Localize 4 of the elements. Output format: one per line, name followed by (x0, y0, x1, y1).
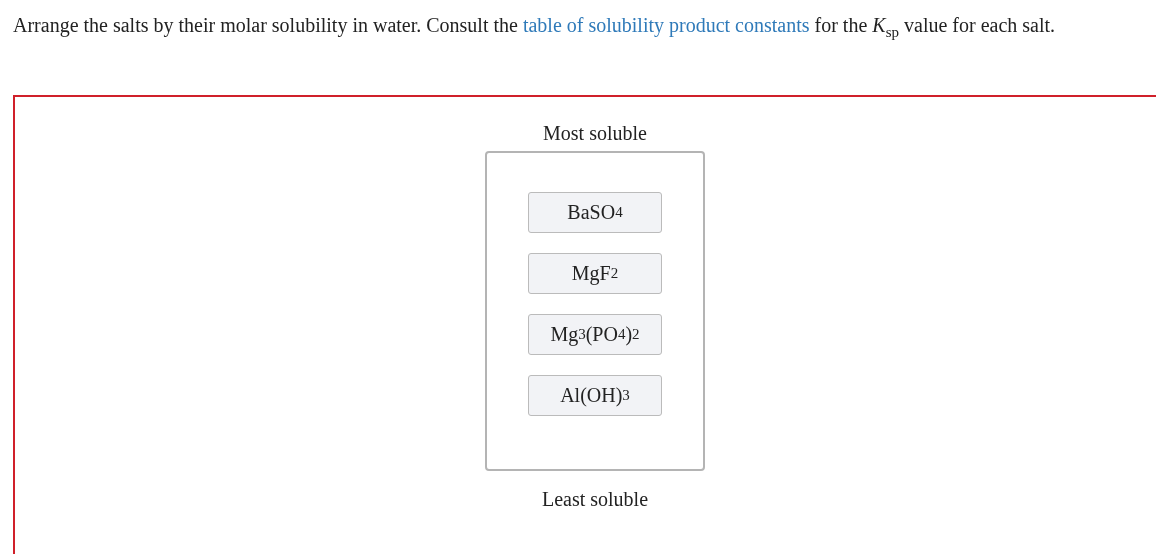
instruction-text: Arrange the salts by their molar solubility in water. Consult the table of solubility product constants for the K$_{sp}$ value for each salt. (12, 13, 1057, 42)
top-label: Most soluble (543, 121, 647, 145)
table-link[interactable]: table of solubility product constants (522, 14, 810, 36)
bottom-label: Least soluble (541, 487, 649, 511)
